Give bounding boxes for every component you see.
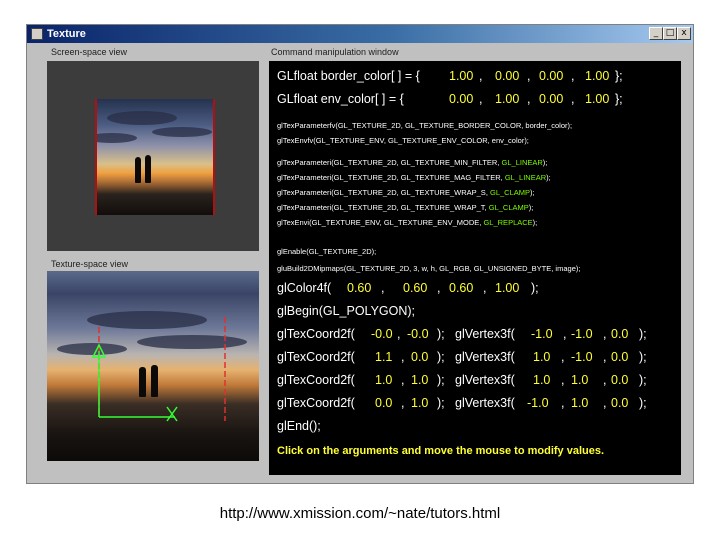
vertex-4-x[interactable]: -1.0 — [527, 396, 549, 410]
texture-window: Texture _ □ x Screen-space view Texture-… — [26, 24, 694, 484]
vertex-line-1: glTexCoord2f( -0.0 , -0.0 ); glVertex3f(… — [277, 327, 647, 341]
wrap-s-value[interactable]: GL_CLAMP — [490, 188, 530, 197]
mag-filter-value[interactable]: GL_LINEAR — [505, 173, 546, 182]
wrap-s-line: glTexParameteri(GL_TEXTURE_2D, GL_TEXTUR… — [277, 188, 535, 197]
vertex-2-x[interactable]: 1.0 — [533, 350, 550, 364]
vertex-2-y[interactable]: -1.0 — [571, 350, 593, 364]
command-manipulation-window: GLfloat border_color[ ] = { 1.00 , 0.00 … — [269, 61, 681, 475]
texcoord-2-t[interactable]: 0.0 — [411, 350, 428, 364]
env-color-r[interactable]: 0.00 — [449, 92, 473, 106]
env-mode-line: glTexEnvi(GL_TEXTURE_ENV, GL_TEXTURE_ENV… — [277, 218, 538, 227]
color-r[interactable]: 0.60 — [347, 281, 371, 295]
texcoord-1-s[interactable]: -0.0 — [371, 327, 393, 341]
title-bar[interactable]: Texture _ □ x — [27, 25, 693, 43]
min-filter-value[interactable]: GL_LINEAR — [502, 158, 543, 167]
vertex-4-y[interactable]: 1.0 — [571, 396, 588, 410]
env-color-g[interactable]: 1.00 — [495, 92, 519, 106]
color-b[interactable]: 0.60 — [449, 281, 473, 295]
vertex-1-y[interactable]: -1.0 — [571, 327, 593, 341]
env-mode-value[interactable]: GL_REPLACE — [483, 218, 532, 227]
vertex-1-z[interactable]: 0.0 — [611, 327, 628, 341]
window-title: Texture — [47, 28, 86, 40]
texcoord-1-t[interactable]: -0.0 — [407, 327, 429, 341]
color-a[interactable]: 1.00 — [495, 281, 519, 295]
source-url: http://www.xmission.com/~nate/tutors.htm… — [219, 505, 501, 522]
color-line: glColor4f( 0.60 , 0.60 , 0.60 , 1.00 ); — [277, 281, 539, 295]
vertex-4-z[interactable]: 0.0 — [611, 396, 628, 410]
texcoord-2-s[interactable]: 1.1 — [375, 350, 392, 364]
vertex-3-y[interactable]: 1.0 — [571, 373, 588, 387]
vertex-line-4: glTexCoord2f( 0.0 , 1.0 ); glVertex3f( -… — [277, 396, 647, 410]
wrap-t-value[interactable]: GL_CLAMP — [489, 203, 529, 212]
env-color-b[interactable]: 0.00 — [539, 92, 563, 106]
border-color-g[interactable]: 0.00 — [495, 69, 519, 83]
mipmaps-line: gluBuild2DMipmaps(GL_TEXTURE_2D, 3, w, h… — [277, 264, 581, 273]
close-button[interactable]: x — [677, 27, 691, 40]
tex-parameterfv-line: glTexParameterfv(GL_TEXTURE_2D, GL_TEXTU… — [277, 121, 573, 130]
screen-space-textured-quad — [95, 99, 215, 215]
maximize-button[interactable]: □ — [663, 27, 677, 40]
env-color-line: GLfloat env_color[ ] = { 0.00 , 1.00 , 0… — [277, 92, 623, 106]
enable-line: glEnable(GL_TEXTURE_2D); — [277, 247, 377, 256]
texcoord-3-s[interactable]: 1.0 — [375, 373, 392, 387]
begin-line: glBegin(GL_POLYGON); — [277, 304, 416, 318]
texture-space-label: Texture-space view — [51, 259, 129, 269]
vertex-3-x[interactable]: 1.0 — [533, 373, 550, 387]
end-line: glEnd(); — [277, 419, 321, 433]
min-filter-line: glTexParameteri(GL_TEXTURE_2D, GL_TEXTUR… — [277, 158, 548, 167]
env-color-a[interactable]: 1.00 — [585, 92, 609, 106]
texcoord-3-t[interactable]: 1.0 — [411, 373, 428, 387]
screen-space-label: Screen-space view — [51, 47, 128, 57]
texcoord-4-s[interactable]: 0.0 — [375, 396, 392, 410]
instructions-hint: Click on the arguments and move the mous… — [277, 445, 605, 457]
vertex-1-x[interactable]: -1.0 — [531, 327, 553, 341]
vertex-line-2: glTexCoord2f( 1.1 , 0.0 ); glVertex3f( 1… — [277, 350, 647, 364]
vertex-2-z[interactable]: 0.0 — [611, 350, 628, 364]
command-window-label: Command manipulation window — [271, 47, 399, 57]
texture-space-view[interactable] — [47, 271, 259, 461]
vertex-3-z[interactable]: 0.0 — [611, 373, 628, 387]
vertex-line-3: glTexCoord2f( 1.0 , 1.0 ); glVertex3f( 1… — [277, 373, 647, 387]
minimize-button[interactable]: _ — [649, 27, 663, 40]
texture-axes-overlay — [91, 317, 226, 422]
texcoord-4-t[interactable]: 1.0 — [411, 396, 428, 410]
tex-envfv-line: glTexEnvfv(GL_TEXTURE_ENV, GL_TEXTURE_EN… — [277, 136, 529, 145]
border-color-line: GLfloat border_color[ ] = { 1.00 , 0.00 … — [277, 69, 623, 83]
screen-space-view[interactable] — [47, 61, 259, 251]
color-g[interactable]: 0.60 — [403, 281, 427, 295]
wrap-t-line: glTexParameteri(GL_TEXTURE_2D, GL_TEXTUR… — [277, 203, 534, 212]
border-color-b[interactable]: 0.00 — [539, 69, 563, 83]
border-color-r[interactable]: 1.00 — [449, 69, 473, 83]
border-color-a[interactable]: 1.00 — [585, 69, 609, 83]
mag-filter-line: glTexParameteri(GL_TEXTURE_2D, GL_TEXTUR… — [277, 173, 551, 182]
app-icon — [31, 28, 43, 40]
